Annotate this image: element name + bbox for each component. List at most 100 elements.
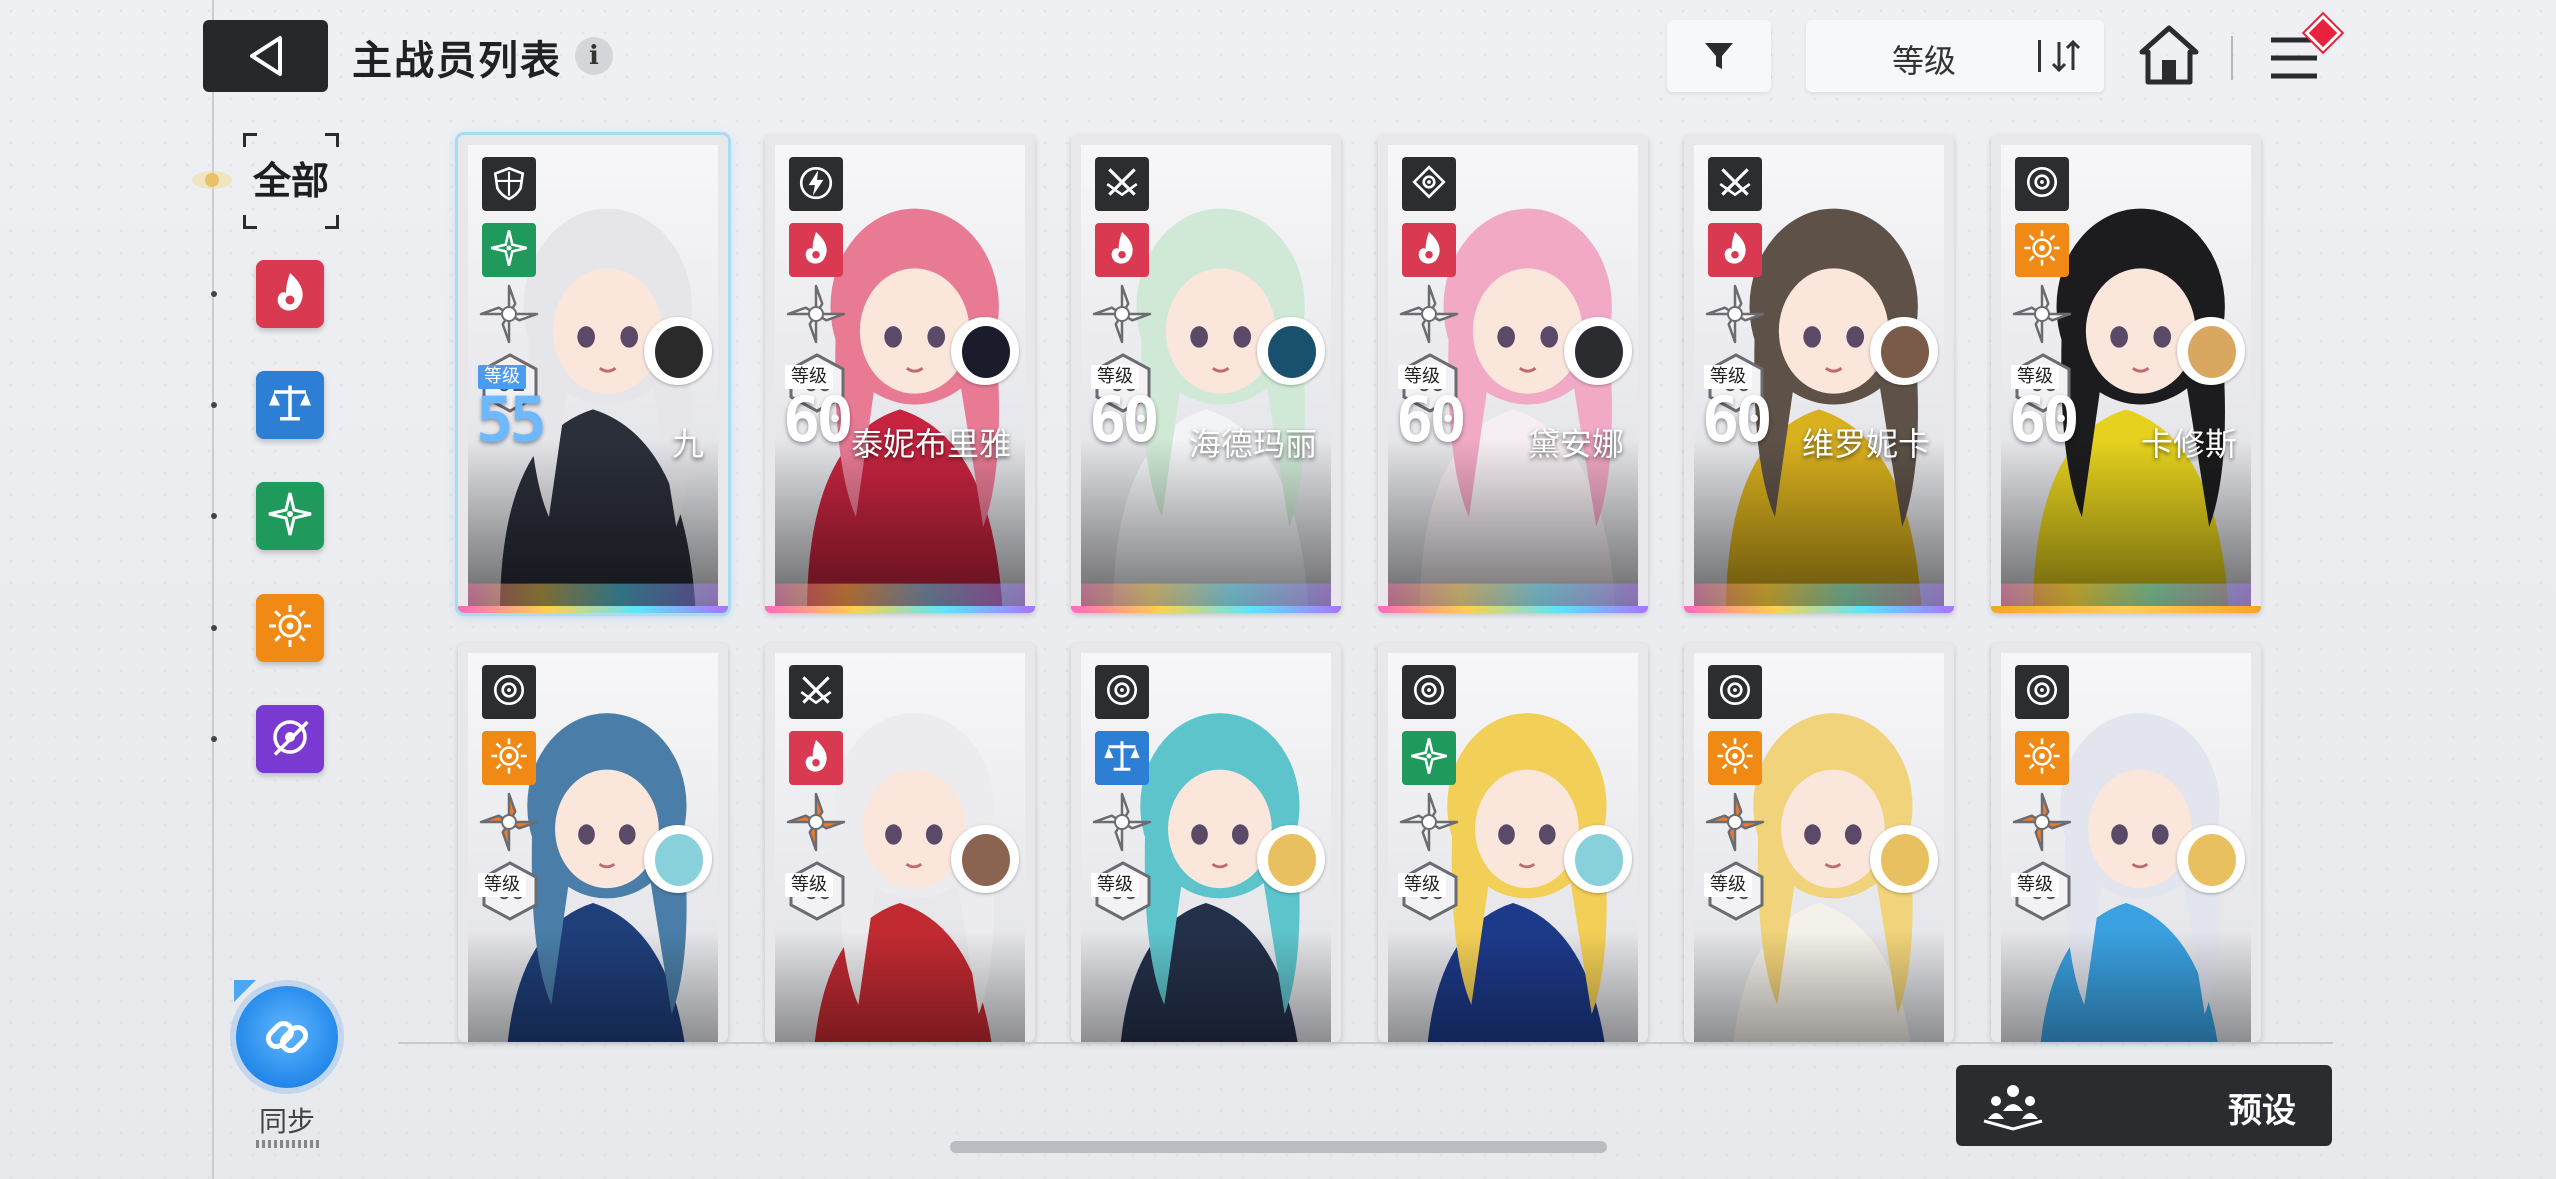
fire-element-icon	[1101, 227, 1143, 273]
character-card[interactable]: 00 等级 60 海德玛丽	[1071, 135, 1341, 613]
partner-face	[2188, 834, 2236, 886]
light-element-icon	[1714, 735, 1756, 781]
filter-button[interactable]	[1667, 20, 1771, 92]
level-value: 60	[1089, 383, 1160, 456]
level-tag: 等级	[2011, 873, 2059, 897]
wind-element-icon	[1408, 735, 1450, 781]
character-card[interactable]: 00 等级 60 卡修斯	[1991, 135, 2261, 613]
class-badge	[1708, 157, 1762, 211]
element-badge	[482, 731, 536, 785]
class-badge	[1095, 157, 1149, 211]
shuriken-icon	[1091, 283, 1153, 345]
character-card[interactable]: 00 等级	[1684, 643, 1954, 1042]
shuriken-icon	[2011, 283, 2073, 345]
preset-button[interactable]: 预设	[1956, 1065, 2332, 1146]
class-badge	[1095, 665, 1149, 719]
back-button[interactable]	[203, 20, 328, 92]
partner-avatar	[951, 317, 1019, 385]
partner-avatar	[1257, 825, 1325, 893]
fire-element-icon	[1408, 227, 1450, 273]
sidebar-tick	[211, 736, 217, 742]
element-badge	[2015, 223, 2069, 277]
class-badge	[2015, 665, 2069, 719]
character-name: 九	[671, 425, 704, 463]
partner-avatar	[1564, 317, 1632, 385]
character-card[interactable]: 00 等级	[1378, 643, 1648, 1042]
partner-face	[2188, 326, 2236, 378]
level-tag: 等级	[1704, 873, 1752, 897]
sync-circle	[236, 986, 338, 1088]
element-badge	[1095, 731, 1149, 785]
light-element-icon	[488, 735, 530, 781]
back-arrow-icon	[249, 36, 282, 76]
fire-element-icon	[795, 735, 837, 781]
class-badge	[1402, 665, 1456, 719]
link-icon	[265, 1020, 309, 1054]
card-frame: 00 等级	[775, 653, 1025, 1042]
balance-element-icon	[1101, 735, 1143, 781]
partner-face	[1881, 326, 1929, 378]
sort-label: 等级	[1892, 42, 1957, 80]
element-badge	[1402, 731, 1456, 785]
filter-element-void[interactable]	[256, 705, 324, 773]
partner-avatar	[1257, 317, 1325, 385]
info-icon[interactable]: i	[575, 37, 613, 75]
partner-avatar	[2177, 825, 2245, 893]
scope-icon	[2023, 671, 2061, 713]
shuriken-icon	[1398, 283, 1460, 345]
sort-dropdown[interactable]: 等级	[1806, 20, 2104, 92]
character-card[interactable]: 00 等级	[765, 643, 1035, 1042]
partner-face	[962, 326, 1010, 378]
horizontal-scrollbar[interactable]	[950, 1141, 1607, 1153]
card-frame: 00 等级	[2001, 653, 2251, 1042]
void-element-icon	[265, 712, 315, 766]
class-badge	[1708, 665, 1762, 719]
lightning-icon	[797, 163, 835, 205]
character-card[interactable]: 00 等级 60 黛安娜	[1378, 135, 1648, 613]
home-button[interactable]	[2136, 22, 2202, 88]
frame-corner	[325, 215, 339, 229]
wind-element-icon	[488, 227, 530, 273]
shield-icon	[490, 163, 528, 205]
level-value: 55	[476, 383, 547, 456]
filter-element-wind[interactable]	[256, 482, 324, 550]
character-card[interactable]: 01 等级 55 九	[458, 135, 728, 613]
sidebar-tick	[211, 291, 217, 297]
character-name: 卡修斯	[2140, 425, 2237, 463]
card-frame: 00 等级	[1081, 653, 1331, 1042]
filter-element-fire[interactable]	[256, 260, 324, 328]
card-frame: 00 等级	[468, 653, 718, 1042]
sort-order-icon[interactable]	[2049, 36, 2083, 76]
character-name: 维罗妮卡	[1801, 425, 1930, 463]
character-card[interactable]: 00 等级 60 维罗妮卡	[1684, 135, 1954, 613]
class-badge	[789, 665, 843, 719]
wind-element-icon	[265, 489, 315, 543]
partner-face	[1575, 326, 1623, 378]
filter-all[interactable]: 全部	[243, 133, 339, 229]
partner-avatar	[2177, 317, 2245, 385]
character-card[interactable]: 00 等级	[458, 643, 728, 1042]
preset-label: 预设	[2228, 1091, 2296, 1131]
shuriken-icon	[478, 283, 540, 345]
card-frame: 00 等级 60 黛安娜	[1388, 145, 1638, 613]
sync-button[interactable]: 同步	[232, 980, 342, 1160]
partner-face	[1881, 834, 1929, 886]
filter-element-balance[interactable]	[256, 371, 324, 439]
scope-icon	[490, 671, 528, 713]
card-frame: 00 等级	[1388, 653, 1638, 1042]
character-card[interactable]: 00 等级 60 泰妮布里雅	[765, 135, 1035, 613]
sidebar-tick	[211, 402, 217, 408]
filter-element-light[interactable]	[256, 594, 324, 662]
target-icon	[1410, 163, 1448, 205]
class-badge	[1402, 157, 1456, 211]
character-name: 海德玛丽	[1188, 425, 1317, 463]
card-frame: 01 等级 55 九	[468, 145, 718, 613]
sort-divider	[2038, 40, 2041, 72]
card-frame: 00 等级 60 维罗妮卡	[1694, 145, 1944, 613]
shuriken-icon	[785, 791, 847, 853]
level-value: 60	[2009, 383, 2080, 456]
character-card[interactable]: 00 等级	[1991, 643, 2261, 1042]
element-badge	[1402, 223, 1456, 277]
rarity-stripe	[1684, 606, 1954, 613]
character-card[interactable]: 00 等级	[1071, 643, 1341, 1042]
